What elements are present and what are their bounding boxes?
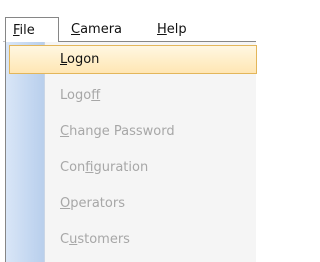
menu-item-customers[interactable]: Customers bbox=[9, 225, 257, 254]
menu-item-change-password[interactable]: Change Password bbox=[9, 117, 257, 146]
menu-bar: File Camera Help bbox=[0, 0, 256, 42]
file-dropdown-menu: Logon Logoff Change Password Configurati… bbox=[5, 41, 257, 262]
menu-file[interactable]: File bbox=[5, 17, 59, 42]
menu-item-configuration[interactable]: Configuration bbox=[9, 153, 257, 182]
menu-help[interactable]: Help bbox=[157, 19, 187, 41]
app-window: File Camera Help Logon Logoff Change Pas… bbox=[0, 0, 257, 262]
menu-item-logoff[interactable]: Logoff bbox=[9, 81, 257, 110]
menu-item-operators[interactable]: Operators bbox=[9, 189, 257, 218]
menu-camera[interactable]: Camera bbox=[71, 19, 122, 41]
menu-help-mnemonic: H bbox=[157, 22, 167, 37]
menu-camera-mnemonic: C bbox=[71, 22, 81, 37]
menu-item-logon[interactable]: Logon bbox=[9, 45, 257, 74]
